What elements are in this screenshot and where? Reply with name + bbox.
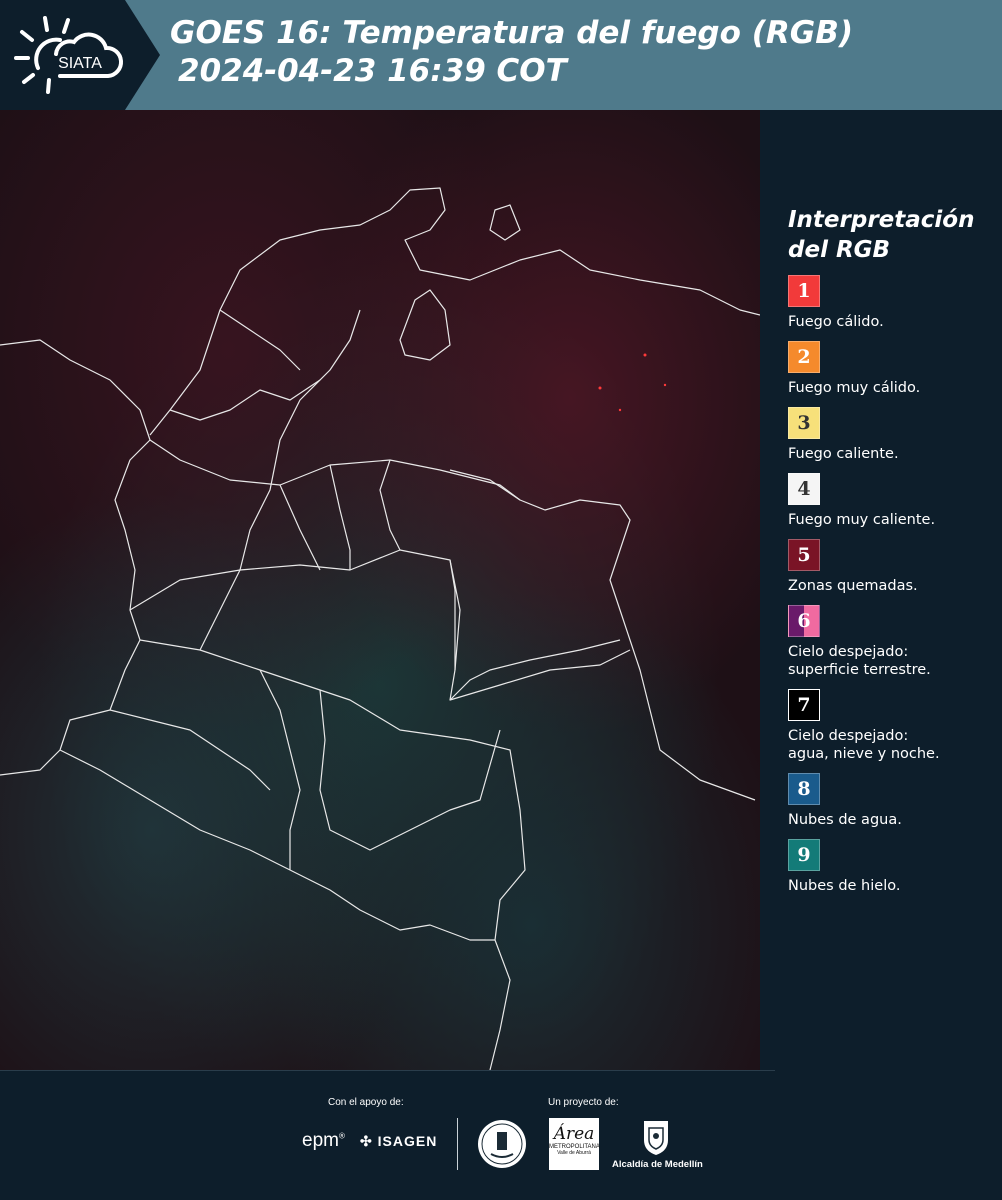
legend-number: 3 xyxy=(797,412,811,434)
legend-label: Cielo despejado: agua, nieve y noche. xyxy=(788,728,940,762)
title-product: GOES 16: Temperatura del fuego (RGB) xyxy=(170,15,853,51)
footer-separator xyxy=(457,1118,458,1170)
legend-swatch: 9 xyxy=(788,839,820,871)
project-label: Un proyecto de: xyxy=(548,1097,619,1108)
legend-label: Zonas quemadas. xyxy=(788,578,918,594)
legend-title: Interpretación del RGB xyxy=(788,207,975,263)
legend-swatch: 7 xyxy=(788,689,820,721)
legend-panel: Interpretación del RGB 1 Fuego cálido. 2 Fu… xyxy=(788,205,993,905)
alcaldia-logo-text: Alcaldía de Medellín xyxy=(612,1159,703,1170)
legend-swatch: 1 xyxy=(788,275,820,307)
legend-list: 1 Fuego cálido. 2 Fuego muy cálido. 3 Fuego c… xyxy=(788,275,993,895)
area-logo-tagline: Valle de Aburrá xyxy=(557,1150,591,1156)
legend-item: 2 Fuego muy cálido. xyxy=(788,341,993,397)
isagen-icon: ✣ xyxy=(360,1133,373,1149)
legend-number: 8 xyxy=(797,778,811,800)
legend-swatch: 3 xyxy=(788,407,820,439)
epm-logo-text: epm xyxy=(302,1130,339,1151)
isagen-logo: ✣ ISAGEN xyxy=(360,1133,437,1150)
legend-number: 7 xyxy=(797,694,811,716)
legend-label: Nubes de hielo. xyxy=(788,878,901,894)
legend-label: Fuego cálido. xyxy=(788,314,884,330)
legend-item: 7 Cielo despejado: agua, nieve y noche. xyxy=(788,689,993,763)
legend-item: 5 Zonas quemadas. xyxy=(788,539,993,595)
epm-logo: epm® xyxy=(302,1130,345,1151)
legend-item: 6 Cielo despejado: superficie terrestre. xyxy=(788,605,993,679)
legend-number: 1 xyxy=(797,280,811,302)
map-image xyxy=(0,110,760,1070)
legend-number: 6 xyxy=(797,610,811,632)
legend-label: Nubes de agua. xyxy=(788,812,902,828)
legend-label: Fuego muy caliente. xyxy=(788,512,936,528)
page-title: GOES 16: Temperatura del fuego (RGB) 202… xyxy=(170,14,853,90)
legend-label: Cielo despejado: superficie terrestre. xyxy=(788,644,931,678)
legend-label: Fuego caliente. xyxy=(788,446,899,462)
coat-of-arms-icon xyxy=(644,1121,668,1155)
legend-item: 4 Fuego muy caliente. xyxy=(788,473,993,529)
seal-icon xyxy=(478,1120,526,1168)
isagen-logo-text: ISAGEN xyxy=(377,1133,438,1149)
legend-number: 4 xyxy=(797,478,811,500)
svg-text:SIATA: SIATA xyxy=(58,55,102,72)
legend-item: 8 Nubes de agua. xyxy=(788,773,993,829)
title-datetime: 2024-04-23 16:39 COT xyxy=(178,53,567,89)
legend-swatch: 5 xyxy=(788,539,820,571)
legend-number: 2 xyxy=(797,346,811,368)
area-metropolitana-logo: Área METROPOLITANA Valle de Aburrá xyxy=(549,1118,600,1170)
legend-swatch: 6 xyxy=(788,605,820,637)
legend-item: 3 Fuego caliente. xyxy=(788,407,993,463)
legend-swatch: 4 xyxy=(788,473,820,505)
legend-label: Fuego muy cálido. xyxy=(788,380,921,396)
satellite-map xyxy=(0,110,760,1070)
legend-item: 1 Fuego cálido. xyxy=(788,275,993,331)
legend-swatch: 2 xyxy=(788,341,820,373)
legend-swatch: 8 xyxy=(788,773,820,805)
support-label: Con el apoyo de: xyxy=(328,1097,404,1108)
sun-cloud-icon: SIATA xyxy=(14,16,124,94)
footer-divider xyxy=(0,1070,775,1071)
legend-number: 9 xyxy=(797,844,811,866)
legend-number: 5 xyxy=(797,544,811,566)
area-logo-title: Área xyxy=(553,1124,595,1144)
legend-item: 9 Nubes de hielo. xyxy=(788,839,993,895)
